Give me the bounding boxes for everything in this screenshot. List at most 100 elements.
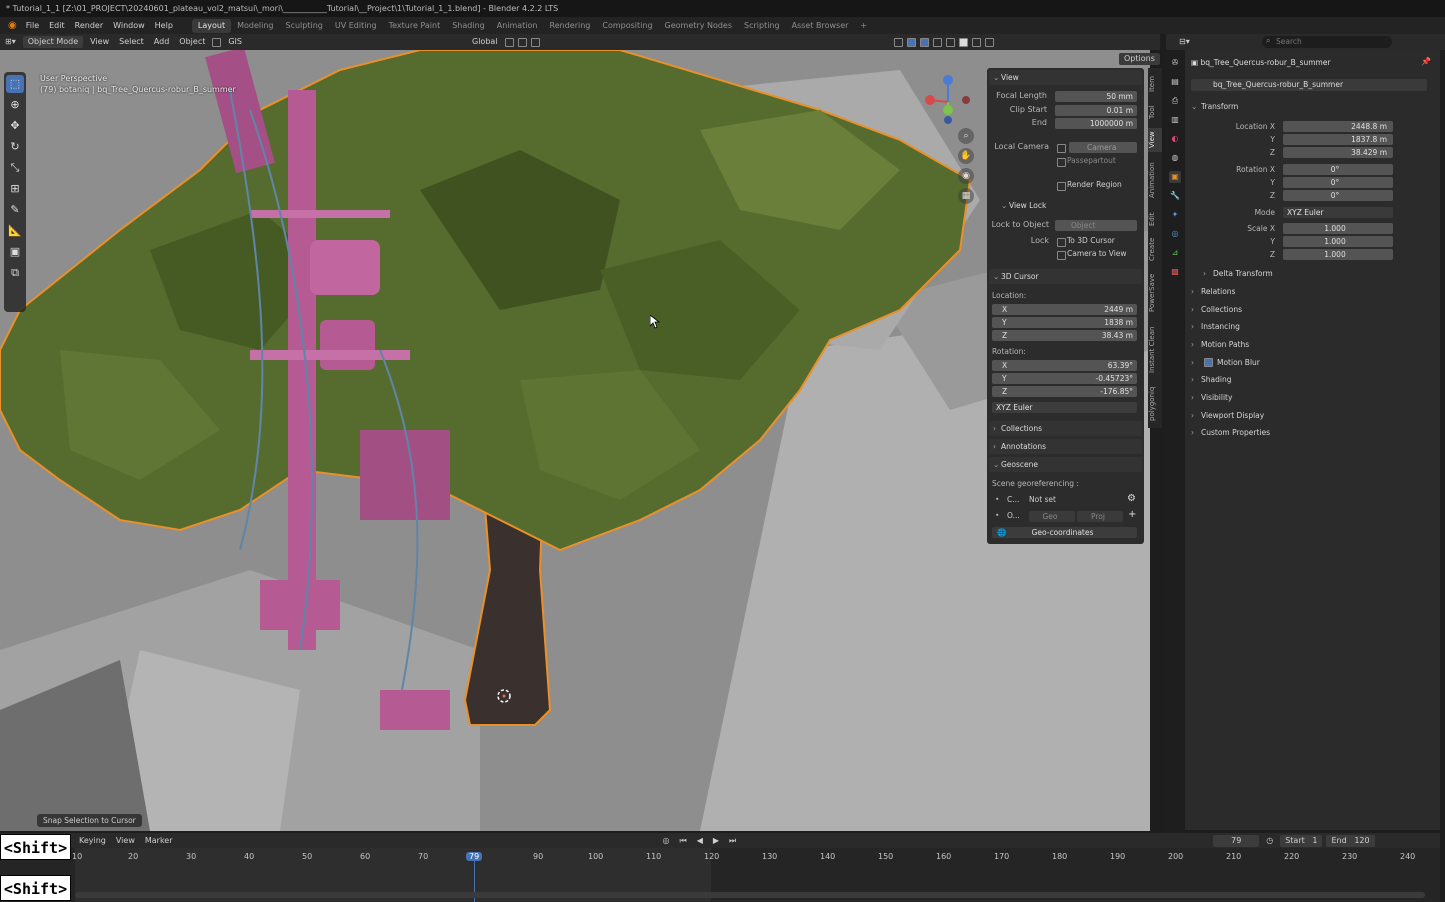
tab-rendering[interactable]: Rendering: [544, 19, 597, 33]
menu-window[interactable]: Window: [108, 21, 150, 30]
scale-x-field[interactable]: 1.000: [1283, 223, 1393, 234]
navigation-gizmo[interactable]: [918, 72, 978, 132]
3d-cursor-section-header[interactable]: ⌄ 3D Cursor: [989, 269, 1142, 284]
location-y-field[interactable]: 1837.8 m: [1283, 134, 1393, 145]
cursor-rotation-mode-dropdown[interactable]: XYZ Euler: [992, 402, 1137, 413]
scale-y-field[interactable]: 1.000: [1283, 236, 1393, 247]
view-section-header[interactable]: ⌄ View: [989, 70, 1142, 85]
tool-properties-icon[interactable]: ✇: [1169, 57, 1181, 69]
menu-marker[interactable]: Marker: [140, 835, 178, 847]
tab-compositing[interactable]: Compositing: [596, 19, 658, 33]
orientation-selector[interactable]: Global: [467, 36, 503, 48]
custom-properties-section-header[interactable]: › Custom Properties: [1191, 425, 1429, 441]
measure-tool-icon[interactable]: 📐: [6, 222, 24, 240]
editor-type-icon[interactable]: ⊞▾: [0, 36, 21, 48]
modifier-properties-icon[interactable]: 🔧: [1169, 190, 1181, 202]
relations-section-header[interactable]: › Relations: [1191, 284, 1429, 300]
tab-scripting[interactable]: Scripting: [738, 19, 786, 33]
play-reverse-icon[interactable]: ◀: [692, 835, 708, 847]
start-frame-field[interactable]: Start 1: [1280, 834, 1323, 847]
render-properties-icon[interactable]: ▤: [1169, 76, 1181, 88]
delta-transform-header[interactable]: › Delta Transform: [1203, 266, 1441, 282]
menu-add[interactable]: Add: [149, 36, 175, 48]
tab-powersave[interactable]: PowerSave: [1148, 268, 1162, 318]
extra-tool-icon[interactable]: ⧉: [6, 264, 24, 282]
rotate-tool-icon[interactable]: ↻: [6, 138, 24, 156]
menu-render[interactable]: Render: [70, 21, 108, 30]
snapping-icon[interactable]: [517, 37, 527, 47]
motion-paths-section-header[interactable]: › Motion Paths: [1191, 337, 1429, 353]
timeline-scrollbar[interactable]: [75, 892, 1425, 898]
menu-file[interactable]: File: [21, 21, 44, 30]
local-camera-checkbox[interactable]: [1057, 144, 1066, 153]
shading-section-header[interactable]: › Shading: [1191, 372, 1429, 388]
annotate-tool-icon[interactable]: ✎: [6, 201, 24, 219]
add-cube-tool-icon[interactable]: ▣: [6, 243, 24, 261]
options-button[interactable]: Options: [1119, 53, 1160, 65]
cursor-rot-z-field[interactable]: Z -176.85°: [992, 386, 1137, 397]
object-name-field[interactable]: bq_Tree_Quercus-robur_B_summer: [1191, 79, 1427, 91]
render-region-checkbox[interactable]: [1057, 182, 1066, 191]
tab-modeling[interactable]: Modeling: [231, 19, 279, 33]
viewport-display-section-header[interactable]: › Viewport Display: [1191, 408, 1429, 424]
location-z-field[interactable]: 38.429 m: [1283, 147, 1393, 158]
tab-texture-paint[interactable]: Texture Paint: [383, 19, 447, 33]
pivot-icon[interactable]: [504, 37, 514, 47]
menu-help[interactable]: Help: [150, 21, 178, 30]
jump-end-icon[interactable]: ⏭: [724, 835, 741, 847]
cursor-loc-y-field[interactable]: Y 1838 m: [992, 317, 1137, 328]
tab-view[interactable]: View: [1148, 128, 1162, 152]
menu-keying[interactable]: Keying: [74, 835, 111, 847]
menu-gis[interactable]: GIS: [223, 36, 247, 48]
to-3d-cursor-checkbox[interactable]: [1057, 238, 1066, 247]
rendered-shading-icon[interactable]: [984, 37, 994, 47]
menu-edit[interactable]: Edit: [44, 21, 70, 30]
zoom-icon[interactable]: ⌕: [958, 128, 974, 144]
pin-icon[interactable]: 📌: [1421, 57, 1431, 66]
geo-button[interactable]: Geo: [1029, 511, 1075, 522]
view-layer-icon[interactable]: ▥: [1169, 114, 1181, 126]
rotation-z-field[interactable]: 0°: [1283, 190, 1393, 201]
tab-animation[interactable]: Animation: [1148, 156, 1162, 204]
location-x-field[interactable]: 2448.8 m: [1283, 121, 1393, 132]
tab-asset-browser[interactable]: Asset Browser: [786, 19, 855, 33]
motion-blur-section-header[interactable]: › Motion Blur: [1191, 355, 1429, 371]
tab-geometry-nodes[interactable]: Geometry Nodes: [659, 19, 738, 33]
rotation-y-field[interactable]: 0°: [1283, 177, 1393, 188]
camera-to-view-checkbox[interactable]: [1057, 251, 1066, 260]
cursor-loc-x-field[interactable]: X 2449 m: [992, 304, 1137, 315]
output-properties-icon[interactable]: ⎙: [1169, 95, 1181, 107]
add-origin-plus-icon[interactable]: +: [1128, 509, 1136, 520]
collections-section-header[interactable]: › Collections: [989, 421, 1142, 436]
timeline-area[interactable]: 10 20 30 40 50 60 70 79 90 100 110 120 1…: [0, 848, 1440, 902]
passepartout-checkbox[interactable]: [1057, 158, 1066, 167]
ortho-grid-icon[interactable]: ▦: [958, 188, 974, 204]
current-frame-field[interactable]: 79: [1213, 834, 1260, 847]
texture-properties-icon[interactable]: ▩: [1169, 266, 1181, 278]
visibility-icon[interactable]: [893, 37, 903, 47]
proportional-edit-icon[interactable]: [530, 37, 540, 47]
instancing-section-header[interactable]: › Instancing: [1191, 319, 1429, 335]
add-workspace-icon[interactable]: +: [854, 19, 873, 33]
clip-start-field[interactable]: 0.01 m: [1055, 105, 1137, 116]
gizmo-toggle-icon[interactable]: [906, 37, 916, 47]
tab-uv-editing[interactable]: UV Editing: [329, 19, 383, 33]
crs-settings-gear-icon[interactable]: ⚙: [1127, 493, 1136, 504]
menu-select[interactable]: Select: [114, 36, 149, 48]
blender-logo-icon[interactable]: ◉: [4, 20, 21, 31]
object-properties-icon[interactable]: ▣: [1169, 171, 1181, 183]
move-tool-icon[interactable]: ✥: [6, 117, 24, 135]
proj-button[interactable]: Proj: [1077, 511, 1123, 522]
tab-item[interactable]: Item: [1148, 72, 1162, 96]
cursor-rot-y-field[interactable]: Y -0.45723°: [992, 373, 1137, 384]
record-icon[interactable]: ◎: [658, 835, 675, 847]
constraints-icon[interactable]: ⊿: [1169, 247, 1181, 259]
wireframe-shading-icon[interactable]: [945, 37, 955, 47]
xray-icon[interactable]: [932, 37, 942, 47]
clock-icon[interactable]: ◷: [1261, 835, 1278, 847]
focal-length-field[interactable]: 50 mm: [1055, 91, 1137, 102]
tab-shading[interactable]: Shading: [446, 19, 491, 33]
editor-type-icon[interactable]: ⊟▾: [1174, 36, 1195, 48]
geo-coordinates-button[interactable]: 🌐 Geo-coordinates: [992, 527, 1137, 538]
scale-z-field[interactable]: 1.000: [1283, 249, 1393, 260]
